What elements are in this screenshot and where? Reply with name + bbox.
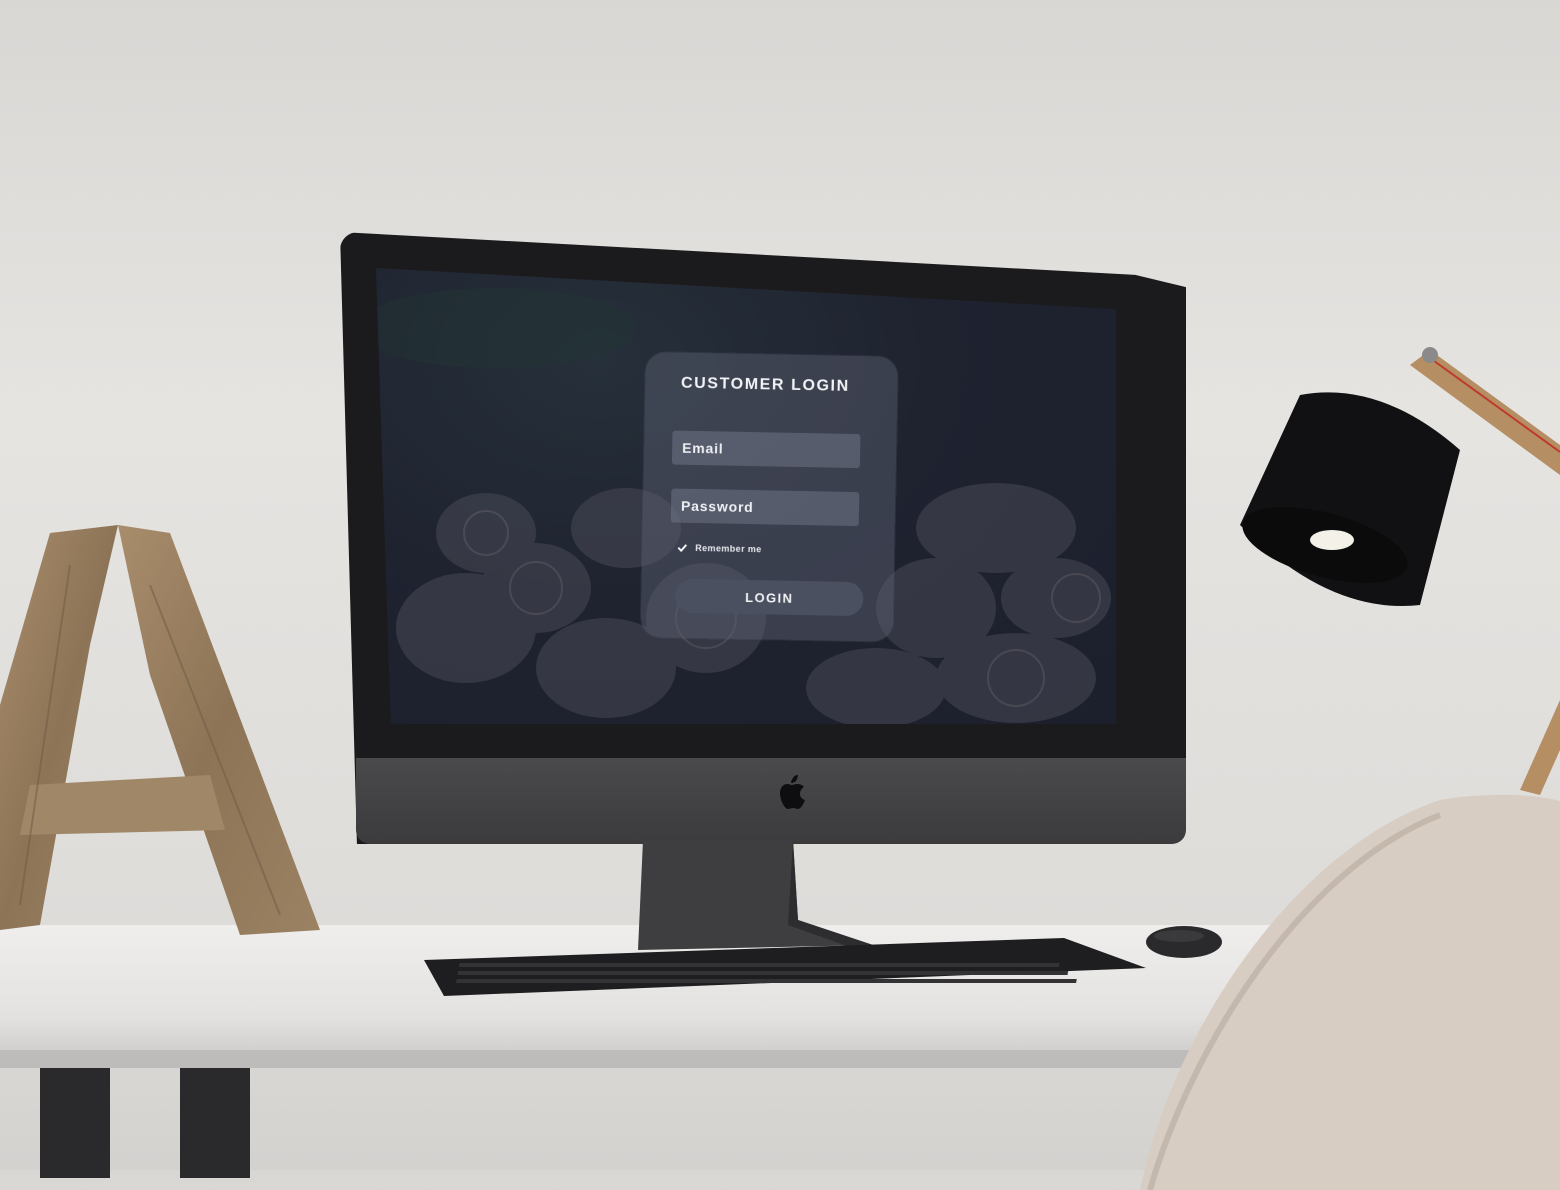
apple-logo-icon bbox=[780, 775, 805, 809]
login-title: CUSTOMER LOGIN bbox=[680, 374, 850, 395]
login-button[interactable]: LOGIN bbox=[675, 578, 864, 617]
monitor-stand bbox=[638, 840, 873, 950]
email-field[interactable] bbox=[671, 430, 861, 469]
remember-me-label: Remember me bbox=[695, 542, 762, 555]
keyboard bbox=[424, 938, 1146, 996]
check-icon bbox=[677, 544, 687, 553]
chair bbox=[1140, 794, 1560, 1190]
monitor-chin bbox=[356, 758, 1186, 844]
mouse bbox=[1146, 926, 1222, 958]
password-field[interactable] bbox=[670, 488, 860, 527]
desk-leg-right bbox=[180, 1068, 250, 1178]
remember-me-checkbox[interactable]: Remember me bbox=[677, 541, 762, 557]
desk-leg-left bbox=[40, 1068, 110, 1178]
login-card: CUSTOMER LOGIN Remember me LOGIN bbox=[640, 352, 898, 642]
wooden-letter-a bbox=[0, 525, 320, 935]
desk-lamp bbox=[1240, 347, 1560, 795]
